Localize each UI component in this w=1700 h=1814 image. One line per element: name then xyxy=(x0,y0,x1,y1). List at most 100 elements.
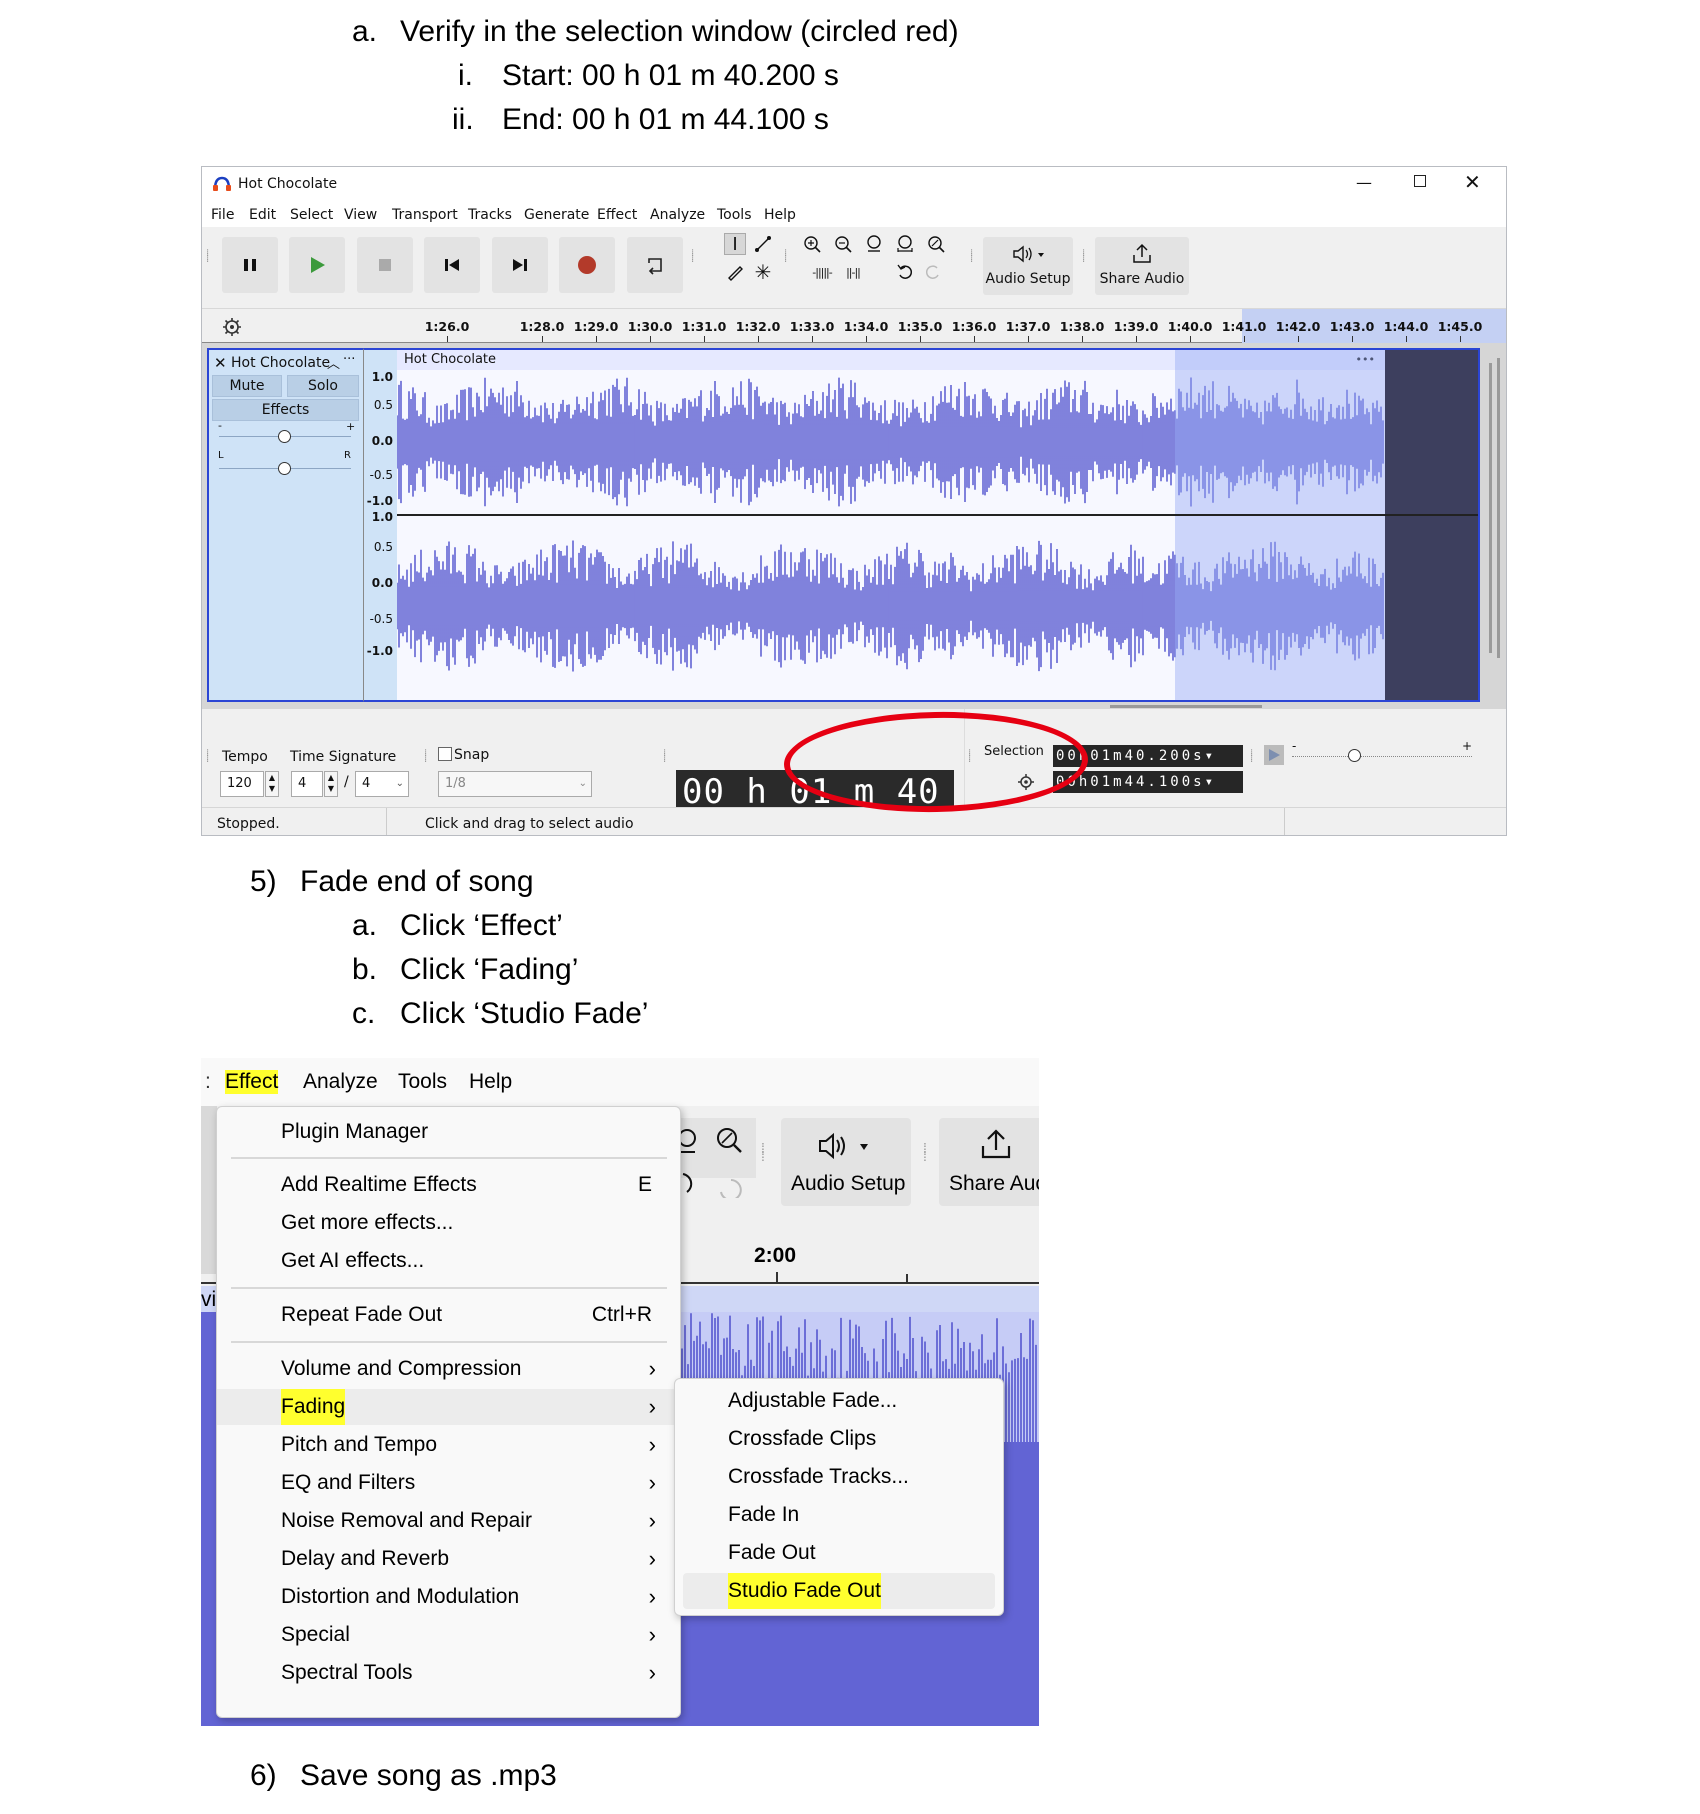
track-close-icon[interactable]: ✕ xyxy=(214,354,227,372)
fit-selection-icon[interactable] xyxy=(863,233,885,255)
maximize-icon[interactable] xyxy=(1414,175,1426,187)
skip-start-button[interactable] xyxy=(424,237,480,293)
menu-help[interactable]: Help xyxy=(469,1070,512,1094)
zoom-in-icon[interactable] xyxy=(801,233,823,255)
toolbar-grip-icon[interactable]: ⁞ ⁞ xyxy=(1082,249,1088,265)
menu-edit[interactable]: Edit xyxy=(249,207,276,223)
vertical-scrollbar[interactable] xyxy=(1497,358,1500,658)
waveform-area[interactable]: Hot Chocolate ••• xyxy=(397,348,1500,702)
gain-slider-thumb[interactable] xyxy=(278,430,291,443)
track-name[interactable]: Hot Chocolate xyxy=(231,355,330,371)
audio-setup-button[interactable]: Audio Setup xyxy=(983,237,1073,295)
minimize-icon[interactable]: — xyxy=(1356,173,1372,192)
share-audio-button[interactable]: Share Audio xyxy=(1095,237,1189,295)
menu-tools[interactable]: Tools xyxy=(717,207,752,223)
menu-help[interactable]: Help xyxy=(764,207,796,223)
toolbar-grip-icon[interactable]: ⁞ ⁞ xyxy=(761,1141,765,1163)
draw-tool-icon[interactable] xyxy=(724,261,746,283)
menu-item-studio-fade-out[interactable]: Studio Fade Out xyxy=(683,1573,995,1609)
menu-select[interactable]: Select xyxy=(290,207,333,223)
audio-setup-button[interactable]: Audio Setup xyxy=(781,1118,911,1206)
menu-item-eq-and-filters[interactable]: EQ and Filters › xyxy=(217,1465,680,1501)
amplitude-ruler[interactable]: 1.0 0.5 0.0 -0.5 -1.0 1.0 0.5 0.0 -0.5 -… xyxy=(363,348,397,702)
menu-item-adjustable-fade[interactable]: Adjustable Fade... xyxy=(683,1383,995,1419)
menu-item-distortion-and-modulation[interactable]: Distortion and Modulation › xyxy=(217,1579,680,1615)
menu-item-special[interactable]: Special › xyxy=(217,1617,680,1653)
menu-generate[interactable]: Generate xyxy=(524,207,589,223)
track-control-panel[interactable]: ✕ Hot Chocolate ︿ ··· Mute Solo Effects … xyxy=(207,348,363,702)
menu-view[interactable]: View xyxy=(344,207,377,223)
toolbar-grip-icon[interactable]: ⁞ ⁞ xyxy=(663,749,669,765)
menu-item-delay-and-reverb[interactable]: Delay and Reverb › xyxy=(217,1541,680,1577)
solo-button[interactable]: Solo xyxy=(287,375,359,397)
timeline-ruler[interactable]: 1:26.0 1:28.0 1:29.0 1:30.0 1:31.0 1:32.0 1:33… xyxy=(202,309,1506,343)
toolbar-grip-icon[interactable]: ⁞ ⁞ xyxy=(206,749,212,765)
record-button[interactable] xyxy=(559,237,615,293)
horizontal-scrollbar[interactable] xyxy=(1110,705,1262,708)
menu-analyze[interactable]: Analyze xyxy=(650,207,705,223)
selection-tool-icon[interactable]: I xyxy=(724,233,746,255)
selection-start-field[interactable]: 00h01m40.200s▾ xyxy=(1053,745,1243,767)
menu-item-volume-and-compression[interactable]: Volume and Compression › xyxy=(217,1351,680,1387)
share-audio-button[interactable]: Share Auc xyxy=(939,1118,1039,1206)
snap-select[interactable]: 1/8 ⌄ xyxy=(438,771,592,797)
pan-slider-thumb[interactable] xyxy=(278,462,291,475)
toolbar-grip-icon[interactable]: ⁞ ⁞ xyxy=(784,249,790,265)
toolbar-grip-icon[interactable]: ⁞ ⁞ xyxy=(968,749,974,765)
selection-region[interactable] xyxy=(1175,350,1385,700)
redo-icon[interactable] xyxy=(922,261,944,283)
gear-icon[interactable] xyxy=(1017,773,1035,791)
time-signature-numerator[interactable]: 4 xyxy=(291,771,323,797)
undo-icon[interactable] xyxy=(894,261,916,283)
play-button[interactable] xyxy=(289,237,345,293)
snap-checkbox[interactable] xyxy=(438,747,452,761)
stop-button[interactable] xyxy=(357,237,413,293)
menu-item-crossfade-clips[interactable]: Crossfade Clips xyxy=(683,1421,995,1457)
toolbar-grip-icon[interactable]: ⁞ ⁞ xyxy=(1250,749,1256,765)
menu-item-fade-in[interactable]: Fade In xyxy=(683,1497,995,1533)
time-signature-denominator[interactable]: 4 ⌄ xyxy=(355,771,409,797)
tempo-input[interactable]: 120 xyxy=(220,771,264,797)
toolbar-grip-icon[interactable]: ⁞ ⁞ xyxy=(923,1141,927,1163)
undo-redo-icons[interactable] xyxy=(681,1168,761,1198)
menu-file[interactable]: File xyxy=(211,207,234,223)
pause-button[interactable] xyxy=(222,237,278,293)
menu-tools[interactable]: Tools xyxy=(398,1070,447,1094)
menu-item-noise-removal-and-repair[interactable]: Noise Removal and Repair › xyxy=(217,1503,680,1539)
chevron-up-icon[interactable]: ︿ xyxy=(327,353,340,372)
skip-end-button[interactable] xyxy=(492,237,548,293)
menu-item-pitch-and-tempo[interactable]: Pitch and Tempo › xyxy=(217,1427,680,1463)
time-signature-stepper[interactable]: ▲ ▼ xyxy=(324,771,338,797)
menu-item-spectral-tools[interactable]: Spectral Tools › xyxy=(217,1655,680,1691)
menu-effect[interactable]: Effect xyxy=(225,1070,279,1094)
zoom-fit-icon[interactable] xyxy=(681,1128,705,1154)
track-menu-icon[interactable]: ··· xyxy=(343,352,355,367)
tempo-stepper[interactable]: ▲ ▼ xyxy=(265,771,279,797)
silence-audio-icon[interactable]: ||-|| xyxy=(842,261,864,283)
menu-item-plugin-manager[interactable]: Plugin Manager xyxy=(217,1114,680,1150)
toolbar-grip-icon[interactable]: ⁞ ⁞ xyxy=(691,249,697,265)
toolbar-grip-icon[interactable]: ⁞ ⁞ xyxy=(970,249,976,265)
selection-end-field[interactable]: 00h01m44.100s▾ xyxy=(1053,771,1243,793)
toolbar-grip-icon[interactable]: ⁞ ⁞ xyxy=(424,749,430,765)
menu-item-repeat-fade-out[interactable]: Repeat Fade Out Ctrl+R xyxy=(217,1297,680,1333)
toolbar-grip-icon[interactable]: ⁞ ⁞ xyxy=(206,249,212,265)
menu-item-fade-out[interactable]: Fade Out xyxy=(683,1535,995,1571)
speed-slider-thumb[interactable] xyxy=(1348,749,1361,762)
vertical-scrollbar[interactable] xyxy=(1489,363,1492,653)
menu-transport[interactable]: Transport xyxy=(392,207,458,223)
menu-item-fading[interactable]: Fading › xyxy=(217,1389,680,1425)
menu-effect[interactable]: Effect xyxy=(597,207,637,223)
play-at-speed-button[interactable] xyxy=(1264,745,1284,765)
trim-audio-icon[interactable]: -|||||- xyxy=(811,261,833,283)
zoom-toggle-icon[interactable] xyxy=(925,233,947,255)
menu-item-crossfade-tracks[interactable]: Crossfade Tracks... xyxy=(683,1459,995,1495)
menu-item-get-ai-effects[interactable]: Get AI effects... xyxy=(217,1243,680,1279)
menu-tracks[interactable]: Tracks xyxy=(468,207,512,223)
close-icon[interactable]: ✕ xyxy=(1464,170,1481,194)
mute-button[interactable]: Mute xyxy=(212,375,282,397)
loop-button[interactable] xyxy=(627,237,683,293)
menu-item-get-more-effects[interactable]: Get more effects... xyxy=(217,1205,680,1241)
fit-project-icon[interactable] xyxy=(894,233,916,255)
gear-icon[interactable] xyxy=(222,317,242,337)
